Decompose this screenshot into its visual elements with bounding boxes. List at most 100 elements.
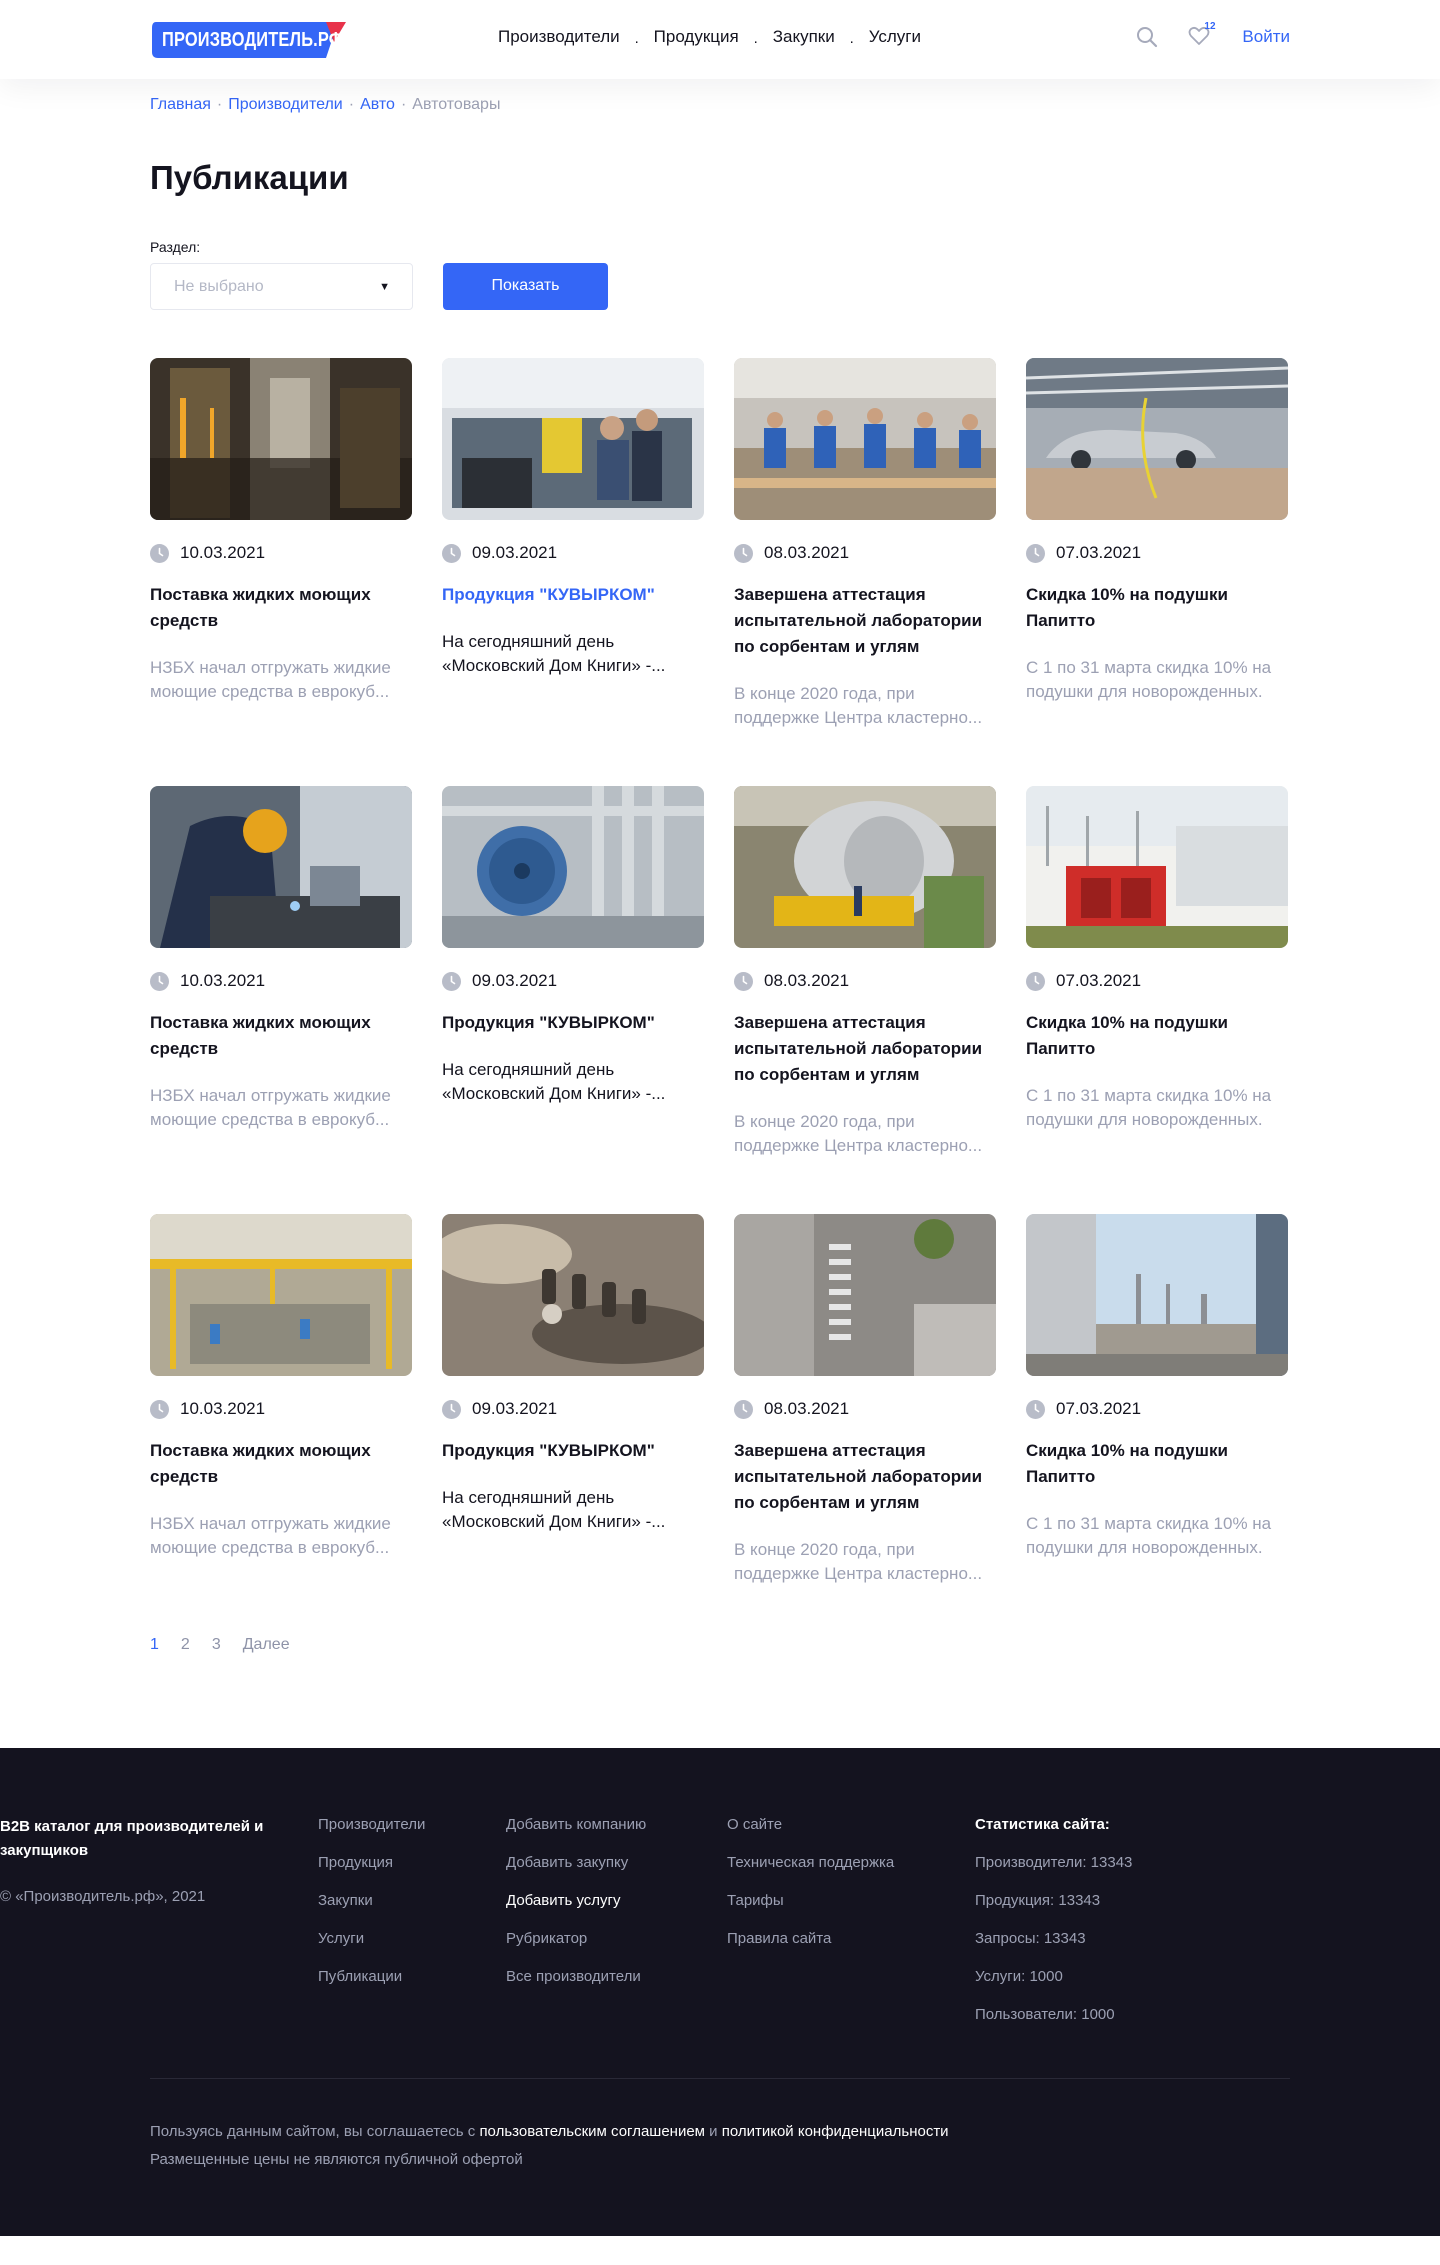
clock-icon	[734, 971, 753, 991]
publication-title[interactable]: Скидка 10% на подушки Папитто	[1026, 1438, 1288, 1490]
search-icon[interactable]	[1136, 26, 1158, 48]
stat-item: Пользователи: 1000	[975, 2006, 1115, 2023]
login-link[interactable]: Войти	[1242, 27, 1290, 47]
nav-item-purchases[interactable]: Закупки	[773, 27, 835, 47]
agreement-and: и	[709, 2123, 718, 2140]
publication-date: 08.03.2021	[734, 543, 996, 563]
page-link-1[interactable]: 1	[150, 1636, 159, 1748]
publication-title[interactable]: Скидка 10% на подушки Папитто	[1026, 1010, 1288, 1062]
header-actions: 12 Войти	[1136, 21, 1290, 48]
breadcrumb-current: Автотовары	[412, 96, 501, 113]
publication-image[interactable]	[442, 358, 704, 520]
publication-image[interactable]	[1026, 786, 1288, 948]
footer-link[interactable]: Правила сайта	[727, 1929, 894, 1948]
publication-card[interactable]: 08.03.2021 Завершена аттестация испытател…	[734, 1214, 996, 1642]
breadcrumb-auto[interactable]: Авто	[360, 96, 395, 113]
nav-item-products[interactable]: Продукция	[654, 27, 739, 47]
footer-nav-col-3: О сайте Техническая поддержка Тарифы Пра…	[727, 1815, 894, 1967]
publication-image[interactable]	[442, 786, 704, 948]
publication-card[interactable]: 09.03.2021 Продукция "КУВЫРКОМ" На сегодня…	[442, 358, 704, 786]
clock-icon	[734, 543, 753, 563]
publication-image[interactable]	[442, 1214, 704, 1376]
footer-link[interactable]: Услуги	[318, 1929, 425, 1948]
nav-separator: .	[753, 29, 758, 47]
publication-image[interactable]	[734, 1214, 996, 1376]
footer-link[interactable]: Продукция	[318, 1853, 425, 1872]
publication-image[interactable]	[150, 1214, 412, 1376]
date-text: 08.03.2021	[764, 971, 850, 990]
footer-link[interactable]: Закупки	[318, 1891, 425, 1910]
pagination: 1 2 3 Далее	[0, 1636, 1440, 1748]
privacy-policy-link[interactable]: политикой конфиденциальности	[722, 2123, 949, 2140]
publication-title[interactable]: Завершена аттестация испытательной лабор…	[734, 1010, 996, 1088]
footer-link[interactable]: Добавить компанию	[506, 1815, 646, 1834]
date-text: 07.03.2021	[1056, 971, 1142, 990]
publication-excerpt: С 1 по 31 марта скидка 10% на подушки дл…	[1026, 1086, 1272, 1129]
page-link-3[interactable]: 3	[212, 1636, 221, 1748]
publication-title[interactable]: Продукция "КУВЫРКОМ"	[442, 1010, 704, 1036]
footer-link[interactable]: Добавить закупку	[506, 1853, 646, 1872]
breadcrumb-home[interactable]: Главная	[150, 96, 211, 113]
publication-card[interactable]: 07.03.2021 Скидка 10% на подушки Папитто С…	[1026, 786, 1288, 1214]
publication-image[interactable]	[1026, 1214, 1288, 1376]
publication-title[interactable]: Скидка 10% на подушки Папитто	[1026, 582, 1288, 634]
publication-title[interactable]: Поставка жидких моющих средств	[150, 1010, 412, 1062]
footer-link-active[interactable]: Добавить услугу	[506, 1891, 646, 1910]
publication-title[interactable]: Завершена аттестация испытательной лабор…	[734, 1438, 996, 1516]
date-text: 09.03.2021	[472, 1399, 558, 1418]
show-button[interactable]: Показать	[443, 262, 608, 310]
nav-item-manufacturers[interactable]: Производители	[498, 27, 620, 47]
publication-title[interactable]: Продукция "КУВЫРКОМ"	[442, 1438, 704, 1464]
footer-nav-col-1: Производители Продукция Закупки Услуги П…	[318, 1815, 425, 2005]
publication-card[interactable]: 08.03.2021 Завершена аттестация испытател…	[734, 786, 996, 1214]
publication-title[interactable]: Поставка жидких моющих средств	[150, 1438, 412, 1490]
footer-link[interactable]: О сайте	[727, 1815, 894, 1834]
next-page-link[interactable]: Далее	[243, 1636, 290, 1748]
publication-title[interactable]: Продукция "КУВЫРКОМ"	[442, 582, 704, 608]
footer-link[interactable]: Публикации	[318, 1967, 425, 1986]
breadcrumb-manufacturers[interactable]: Производители	[228, 96, 343, 113]
publication-card[interactable]: 07.03.2021 Скидка 10% на подушки Папитто С…	[1026, 358, 1288, 786]
publication-date: 10.03.2021	[150, 543, 412, 563]
publication-card[interactable]: 09.03.2021 Продукция "КУВЫРКОМ" На сегодня…	[442, 786, 704, 1214]
footer-link[interactable]: Производители	[318, 1815, 425, 1834]
footer-link[interactable]: Техническая поддержка	[727, 1853, 894, 1872]
publication-card[interactable]: 10.03.2021 Поставка жидких моющих средств…	[150, 1214, 412, 1642]
publication-card[interactable]: 09.03.2021 Продукция "КУВЫРКОМ" На сегодня…	[442, 1214, 704, 1642]
footer-link[interactable]: Рубрикатор	[506, 1929, 646, 1948]
footer-nav-col-2: Добавить компанию Добавить закупку Добав…	[506, 1815, 646, 2005]
date-text: 09.03.2021	[472, 543, 558, 562]
publication-title[interactable]: Поставка жидких моющих средств	[150, 582, 412, 634]
publication-card[interactable]: 10.03.2021 Поставка жидких моющих средств…	[150, 786, 412, 1214]
publication-card[interactable]: 10.03.2021 Поставка жидких моющих средств…	[150, 358, 412, 786]
publication-date: 10.03.2021	[150, 971, 412, 991]
section-select[interactable]: Не выбрано ▼	[150, 263, 413, 310]
user-agreement-link[interactable]: пользовательским соглашением	[479, 2123, 705, 2140]
publication-date: 09.03.2021	[442, 1399, 704, 1419]
footer-link[interactable]: Тарифы	[727, 1891, 894, 1910]
favorites-button[interactable]: 12	[1188, 21, 1216, 48]
filter-form: Раздел: Не выбрано ▼ Показать	[0, 239, 1440, 310]
clock-icon	[1026, 1399, 1045, 1419]
footer-link[interactable]: Все производители	[506, 1967, 646, 1986]
agreement-text: Пользуясь данным сайтом, вы соглашаетесь…	[150, 2123, 476, 2140]
section-label: Раздел:	[150, 239, 201, 255]
stat-item: Производители: 13343	[975, 1854, 1133, 1871]
publication-image[interactable]	[1026, 358, 1288, 520]
publication-image[interactable]	[734, 358, 996, 520]
site-header: ПРОИЗВОДИТЕЛЬ.РФ Производители . Продукц…	[0, 0, 1440, 79]
site-logo[interactable]: ПРОИЗВОДИТЕЛЬ.РФ	[150, 20, 346, 60]
date-text: 09.03.2021	[472, 971, 558, 990]
publication-image[interactable]	[150, 786, 412, 948]
publication-image[interactable]	[150, 358, 412, 520]
nav-item-services[interactable]: Услуги	[869, 27, 921, 47]
publication-title[interactable]: Завершена аттестация испытательной лабор…	[734, 582, 996, 660]
publication-card[interactable]: 07.03.2021 Скидка 10% на подушки Папитто С…	[1026, 1214, 1288, 1642]
page-link-2[interactable]: 2	[181, 1636, 190, 1748]
date-text: 10.03.2021	[180, 543, 266, 562]
publication-excerpt: В конце 2020 года, при поддержке Центра …	[734, 684, 983, 727]
publication-image[interactable]	[734, 786, 996, 948]
publication-date: 08.03.2021	[734, 971, 996, 991]
publication-card[interactable]: 08.03.2021 Завершена аттестация испытател…	[734, 358, 996, 786]
date-text: 10.03.2021	[180, 971, 266, 990]
